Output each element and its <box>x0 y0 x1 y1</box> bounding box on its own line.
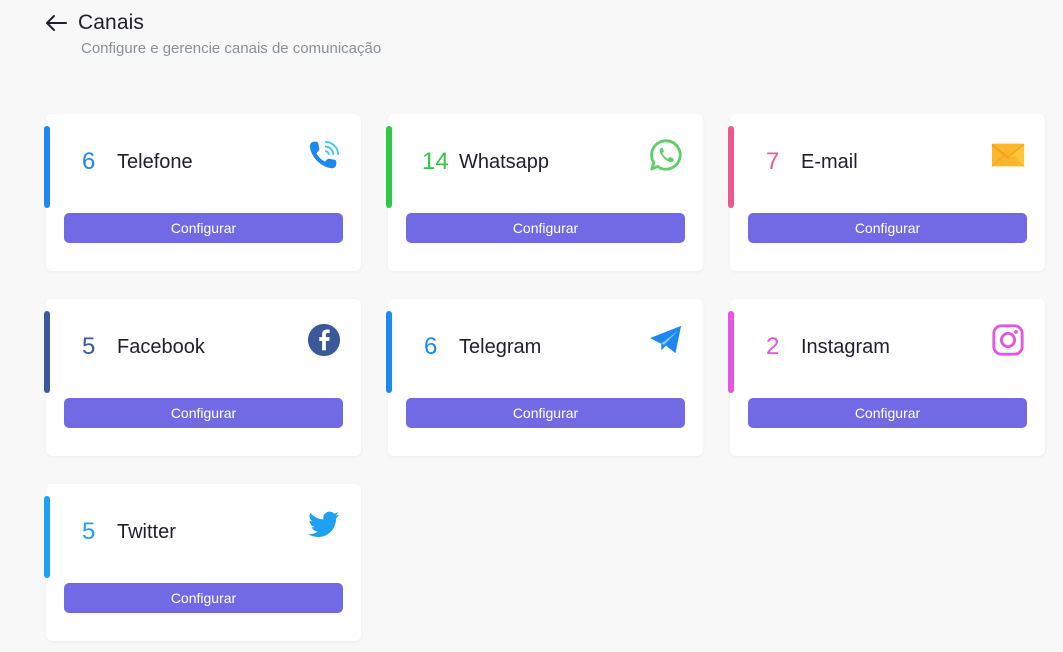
page-title: Canais <box>78 11 144 34</box>
card-accent-bar <box>44 311 50 393</box>
configure-button[interactable]: Configurar <box>748 398 1027 428</box>
card-accent-bar <box>386 126 392 208</box>
title-row: Canais <box>44 10 144 36</box>
instagram-icon <box>991 323 1025 357</box>
page-header: Canais Configure e gerencie canais de co… <box>44 10 381 57</box>
channel-count: 7 <box>766 148 780 175</box>
channel-count: 5 <box>82 333 96 360</box>
configure-button[interactable]: Configurar <box>64 583 343 613</box>
page-subtitle: Configure e gerencie canais de comunicaç… <box>81 40 382 57</box>
channel-card-whatsapp: 14 Whatsapp Configurar <box>386 114 703 271</box>
channel-card-twitter: 5 Twitter Configurar <box>44 484 361 641</box>
channels-grid: 6 Telefone Configurar 14 Whatsapp Config… <box>44 114 1045 641</box>
card-accent-bar <box>728 126 734 208</box>
channel-count: 6 <box>424 333 438 360</box>
telegram-icon <box>649 323 683 357</box>
card-accent-bar <box>728 311 734 393</box>
channel-name: Facebook <box>117 336 205 358</box>
card-accent-bar <box>44 126 50 208</box>
configure-button[interactable]: Configurar <box>406 398 685 428</box>
facebook-icon <box>307 323 341 357</box>
configure-button[interactable]: Configurar <box>748 213 1027 243</box>
configure-button[interactable]: Configurar <box>64 398 343 428</box>
back-arrow-icon[interactable] <box>44 11 68 35</box>
channel-count: 6 <box>82 148 96 175</box>
channel-card-email: 7 E-mail Configurar <box>728 114 1045 271</box>
channel-name: Instagram <box>801 336 890 358</box>
channel-card-telegram: 6 Telegram Configurar <box>386 299 703 456</box>
twitter-icon <box>307 508 341 542</box>
channel-card-facebook: 5 Facebook Configurar <box>44 299 361 456</box>
email-icon <box>991 138 1025 172</box>
channel-count: 2 <box>766 333 780 360</box>
channel-name: Twitter <box>117 521 176 543</box>
channel-name: Telefone <box>117 151 193 173</box>
phone-icon <box>307 138 341 172</box>
channel-card-instagram: 2 Instagram Configurar <box>728 299 1045 456</box>
channel-count: 5 <box>82 518 96 545</box>
channel-card-telefone: 6 Telefone Configurar <box>44 114 361 271</box>
card-accent-bar <box>386 311 392 393</box>
configure-button[interactable]: Configurar <box>64 213 343 243</box>
card-accent-bar <box>44 496 50 578</box>
configure-button[interactable]: Configurar <box>406 213 685 243</box>
channel-count: 14 <box>422 148 449 175</box>
channel-name: Telegram <box>459 336 542 358</box>
channel-name: Whatsapp <box>459 151 550 173</box>
channel-name: E-mail <box>801 151 858 173</box>
whatsapp-icon <box>649 138 683 172</box>
